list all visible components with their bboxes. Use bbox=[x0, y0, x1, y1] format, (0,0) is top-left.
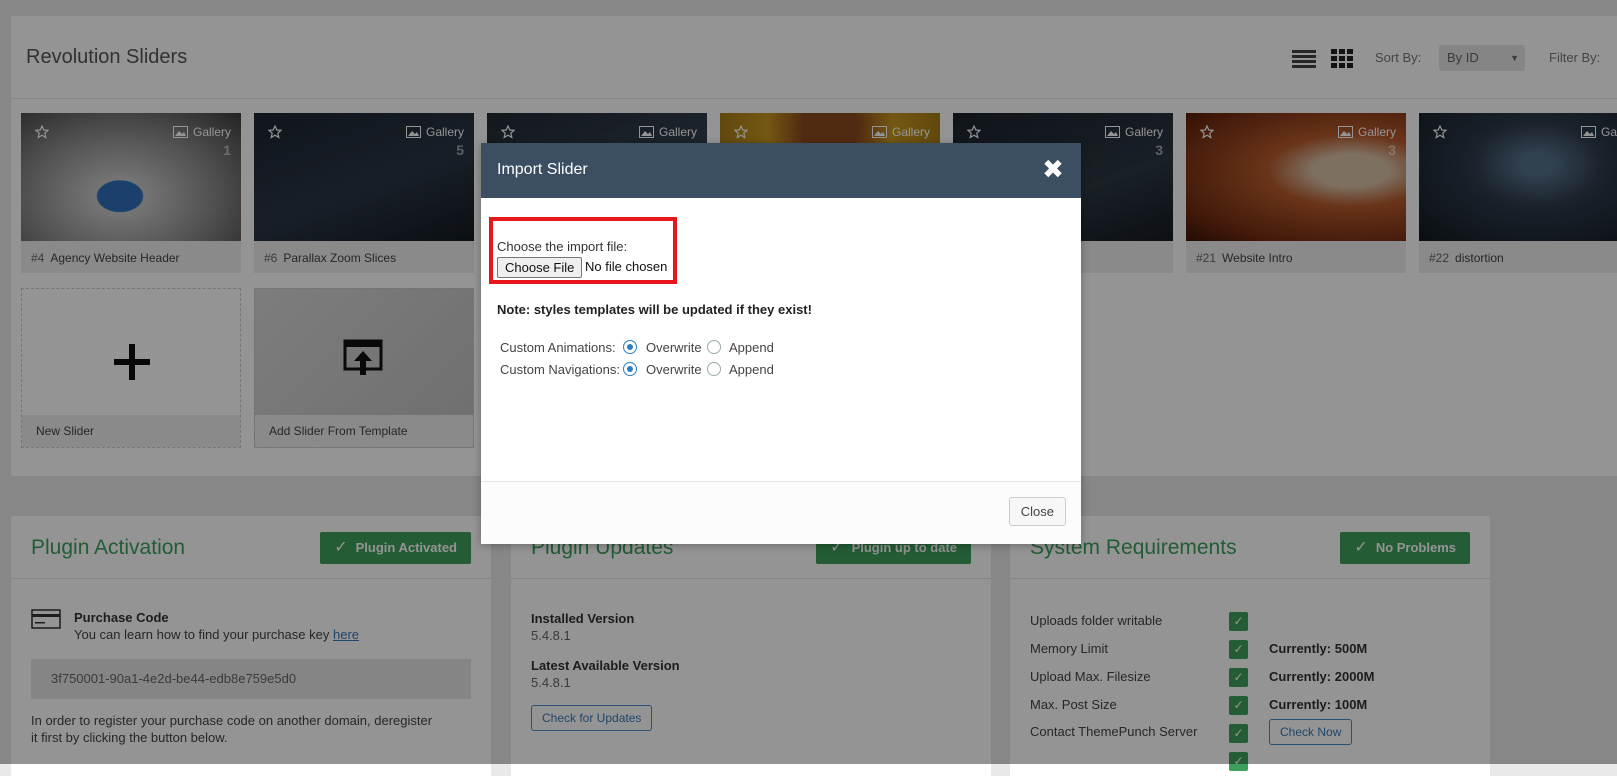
dialog-body: Choose the import file: Choose File No f… bbox=[481, 198, 1081, 481]
navigations-overwrite-label: Overwrite bbox=[646, 362, 702, 377]
animations-append-label: Append bbox=[729, 340, 774, 355]
custom-navigations-label: Custom Navigations: bbox=[500, 362, 620, 377]
animations-append-radio[interactable] bbox=[707, 340, 721, 354]
dialog-title: Import Slider bbox=[497, 161, 588, 178]
close-icon[interactable]: ✖ bbox=[1041, 156, 1065, 182]
file-label: Choose the import file: bbox=[497, 239, 628, 254]
import-slider-dialog: Import Slider ✖ Choose the import file: … bbox=[481, 143, 1081, 544]
navigations-append-label: Append bbox=[729, 362, 774, 377]
dialog-footer: Close bbox=[481, 481, 1081, 544]
custom-animations-label: Custom Animations: bbox=[500, 340, 616, 355]
animations-overwrite-radio[interactable] bbox=[623, 340, 637, 354]
animations-overwrite-label: Overwrite bbox=[646, 340, 702, 355]
close-button[interactable]: Close bbox=[1008, 497, 1066, 526]
navigations-append-radio[interactable] bbox=[707, 362, 721, 376]
note-text: Note: styles templates will be updated i… bbox=[497, 302, 812, 317]
file-status: No file chosen bbox=[585, 259, 668, 274]
choose-file-button[interactable]: Choose File bbox=[497, 257, 583, 278]
navigations-overwrite-radio[interactable] bbox=[623, 362, 637, 376]
